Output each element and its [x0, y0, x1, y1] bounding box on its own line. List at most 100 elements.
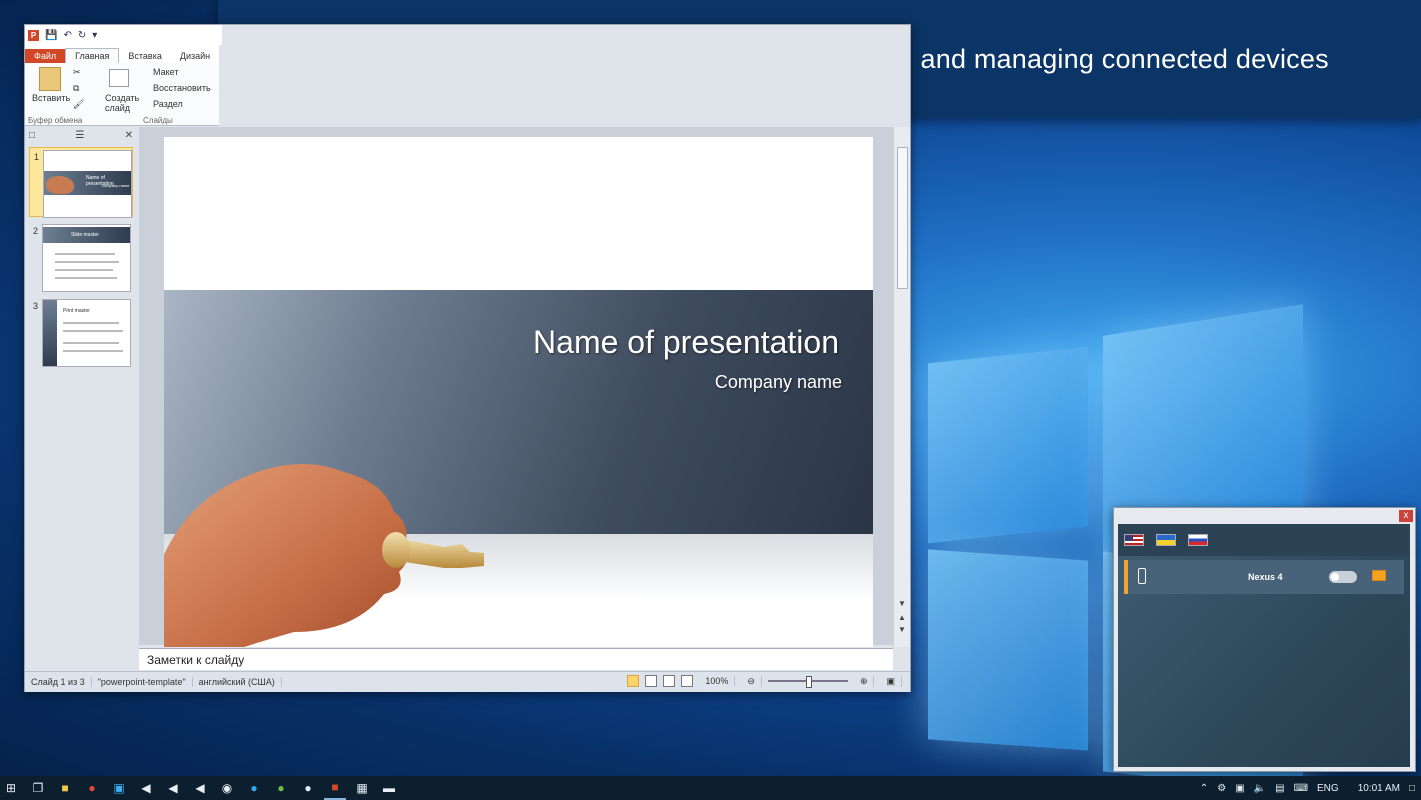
system-tray: ⌃ ⚙ ▣ 🔈 ▤ ⌨ ENG 10:01 AM □ [1200, 776, 1415, 800]
slide-thumbnail-image: Slide master [42, 224, 131, 292]
input-language[interactable]: ENG [1317, 783, 1339, 794]
notifications-icon[interactable]: ▤ [1275, 783, 1284, 794]
presenter-app-icon[interactable]: ▬ [378, 776, 400, 800]
powerpoint-taskbar-icon[interactable]: ■ [324, 776, 346, 800]
reading-view-icon[interactable] [663, 675, 676, 687]
media-icon-1[interactable]: ◀ [135, 776, 157, 800]
thumbnail-title: Slide master [71, 232, 99, 238]
slide-subtitle[interactable]: Company name [715, 372, 842, 393]
hand-holding-key-image [164, 464, 484, 647]
slides-tab-icon[interactable]: □ [29, 130, 35, 141]
powerpoint-app-icon[interactable]: P [28, 29, 39, 41]
slide-thumbnail-2[interactable]: 2 Slide master [29, 222, 133, 292]
slide-number: 1 [34, 152, 40, 162]
chrome-icon[interactable]: ● [81, 776, 103, 800]
slides-thumbnail-pane: 1 Name of presentation company name 2 Sl… [25, 143, 137, 671]
task-view-icon[interactable]: ❐ [27, 776, 49, 800]
show-hidden-icons-icon[interactable]: ⌃ [1200, 783, 1208, 794]
device-item[interactable]: Nexus 4 [1124, 560, 1404, 594]
reset-button[interactable]: Восстановить [153, 83, 211, 93]
powerpoint-window: P 💾 ↶ ↻ ▾ Файл Главная Вставка Дизайн Вс… [24, 24, 911, 692]
status-bar: Слайд 1 из 3 "powerpoint-template" англи… [25, 671, 910, 692]
clipboard-group-label: Буфер обмена [28, 116, 83, 125]
photoshop-icon[interactable]: ▣ [108, 776, 130, 800]
device-toggle[interactable] [1329, 571, 1357, 583]
vertical-scrollbar[interactable]: ▼ ▲ ▼ [893, 127, 910, 647]
redo-icon[interactable]: ↻ [78, 30, 86, 41]
zoom-in-icon[interactable]: ⊕ [854, 675, 875, 687]
language-indicator[interactable]: английский (США) [193, 677, 282, 687]
slide-number: 3 [33, 301, 39, 311]
copy-icon[interactable]: ⧉ [73, 83, 79, 94]
device-manager-window: x Nexus 4 [1113, 507, 1416, 772]
customize-toolbar-icon[interactable]: ▾ [92, 30, 97, 41]
close-pane-icon[interactable]: ✕ [125, 130, 133, 141]
keyboard-icon[interactable]: ⌨ [1294, 783, 1308, 794]
slideshow-icon[interactable] [681, 675, 694, 687]
volume-icon[interactable]: 🔈 [1254, 783, 1266, 794]
slide-thumbnail-image: Name of presentation company name [43, 150, 132, 218]
photos-icon[interactable]: ▦ [351, 776, 373, 800]
media-icon-2[interactable]: ◀ [162, 776, 184, 800]
ribbon-tabs: Файл Главная Вставка Дизайн [25, 45, 219, 63]
zoom-level[interactable]: 100% [699, 676, 736, 686]
slide-sorter-icon[interactable] [645, 675, 658, 687]
zoom-out-icon[interactable]: ⊖ [741, 675, 762, 687]
media-icon-3[interactable]: ◀ [189, 776, 211, 800]
cut-icon[interactable]: ✂ [73, 67, 81, 78]
ribbon: Вставить ✂ ⧉ 🖌 Буфер обмена Создать слай… [25, 63, 219, 126]
scroll-down-arrow-icon[interactable]: ▼ [898, 599, 906, 608]
tab-home[interactable]: Главная [65, 48, 120, 63]
format-painter-icon[interactable]: 🖌 [73, 99, 84, 110]
settings-gear-icon[interactable]: ⚙ [1217, 783, 1226, 794]
zoom-slider[interactable] [767, 676, 848, 688]
file-explorer-icon[interactable]: ■ [54, 776, 76, 800]
device-name: Nexus 4 [1248, 572, 1283, 582]
save-icon[interactable]: 💾 [45, 30, 57, 41]
slides-group-label: Слайды [143, 116, 173, 125]
steam-icon[interactable]: ● [297, 776, 319, 800]
start-button-icon[interactable]: ⊞ [0, 776, 22, 800]
fit-to-window-icon[interactable]: ▣ [880, 675, 902, 687]
next-slide-icon[interactable]: ▼ [898, 625, 906, 634]
quick-access-toolbar: P 💾 ↶ ↻ ▾ [25, 25, 222, 45]
skype-icon[interactable]: ● [243, 776, 265, 800]
outline-tab-icon[interactable]: ☰ [75, 130, 84, 141]
section-button[interactable]: Раздел [153, 99, 183, 109]
slide-thumbnail-1[interactable]: 1 Name of presentation company name [29, 147, 133, 218]
paste-button[interactable]: Вставить [32, 93, 70, 103]
close-button[interactable]: x [1399, 510, 1413, 522]
slide-editor-area: Name of presentation Company name [139, 127, 893, 647]
flag-ru-icon[interactable] [1188, 534, 1208, 546]
slide-number: 2 [33, 226, 39, 236]
flag-ua-icon[interactable] [1156, 534, 1176, 546]
slide-title[interactable]: Name of presentation [533, 324, 839, 361]
undo-icon[interactable]: ↶ [63, 30, 71, 41]
monitor-icon[interactable] [1372, 570, 1386, 581]
current-slide[interactable]: Name of presentation Company name [164, 137, 873, 647]
device-list: Nexus 4 [1118, 556, 1410, 767]
notes-field[interactable]: Заметки к слайду [139, 648, 893, 670]
normal-view-icon[interactable] [627, 675, 640, 687]
slide-thumbnail-image: Print master [42, 299, 131, 367]
utorrent-icon[interactable]: ● [270, 776, 292, 800]
tab-file[interactable]: Файл [25, 49, 66, 63]
paste-icon[interactable] [39, 67, 61, 91]
action-center-icon[interactable]: □ [1409, 783, 1415, 794]
thumbnail-title: Print master [63, 308, 90, 314]
new-slide-button[interactable]: Создать слайд [105, 93, 139, 113]
scrollbar-thumb[interactable] [897, 147, 908, 289]
flag-us-icon[interactable] [1124, 534, 1144, 546]
slide-counter: Слайд 1 из 3 [25, 677, 92, 687]
language-selector [1118, 524, 1410, 556]
slide-thumbnail-3[interactable]: 3 Print master [29, 297, 133, 367]
tab-design[interactable]: Дизайн [171, 49, 219, 63]
layout-button[interactable]: Макет [153, 67, 178, 77]
clock[interactable]: 10:01 AM [1358, 783, 1400, 794]
new-slide-icon[interactable] [109, 69, 129, 87]
app-icon[interactable]: ◉ [216, 776, 238, 800]
tab-insert[interactable]: Вставка [119, 49, 170, 63]
previous-slide-icon[interactable]: ▲ [898, 613, 906, 622]
network-icon[interactable]: ▣ [1235, 783, 1244, 794]
phone-icon [1138, 568, 1146, 584]
